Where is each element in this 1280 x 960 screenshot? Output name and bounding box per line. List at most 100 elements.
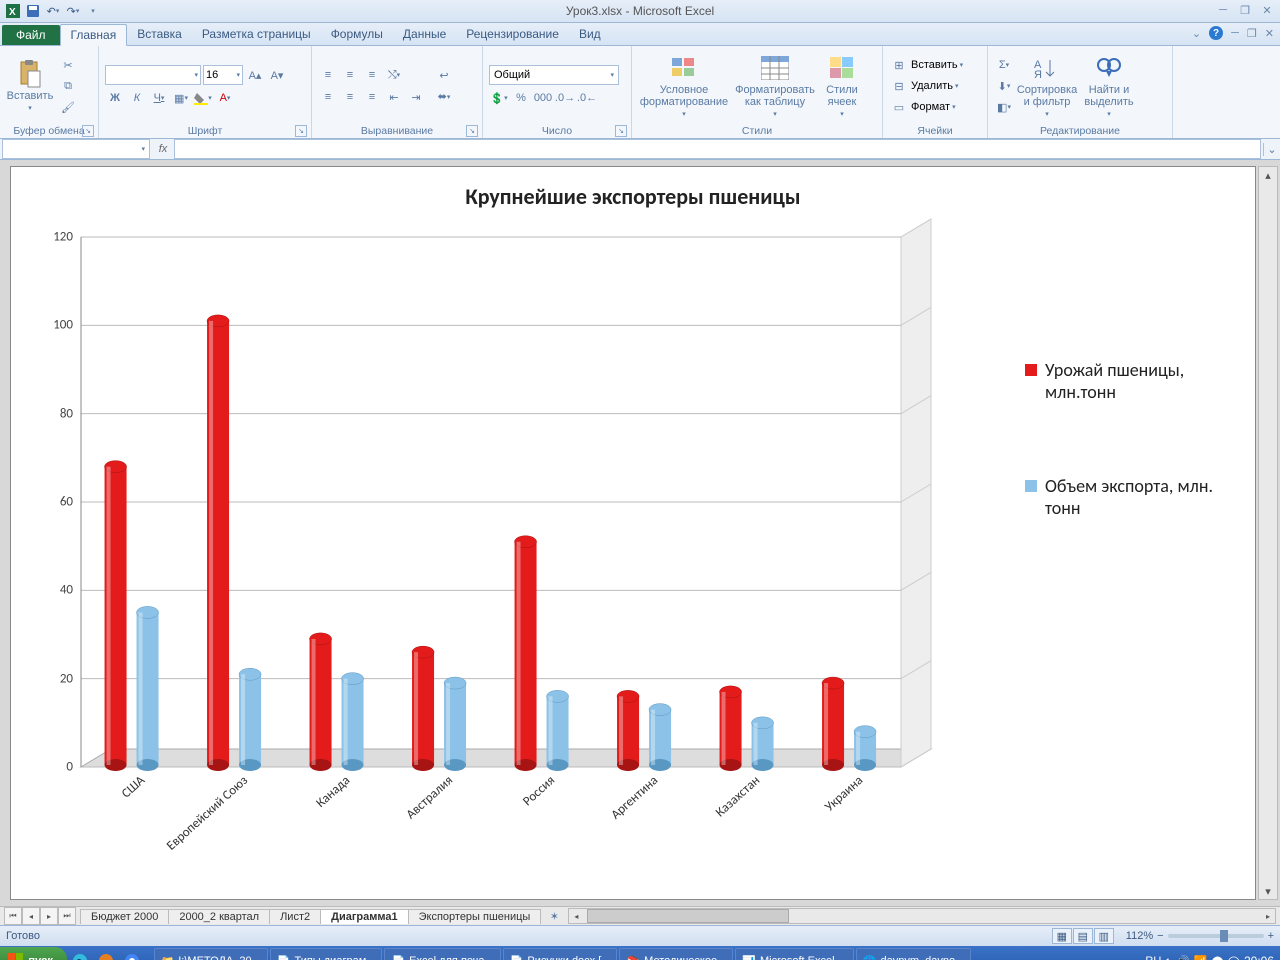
comma-format-icon[interactable]: 000: [533, 89, 553, 107]
tray-icon[interactable]: ◯: [1228, 955, 1240, 960]
indent-increase-icon[interactable]: ⇥: [406, 88, 426, 106]
sheet-tab[interactable]: Бюджет 2000: [80, 909, 169, 924]
font-size-select[interactable]: 16▾: [203, 65, 243, 85]
redo-icon[interactable]: ↷▾: [64, 2, 82, 20]
next-sheet-icon[interactable]: ▸: [40, 907, 58, 925]
autosum-icon[interactable]: Σ▾: [994, 56, 1014, 74]
dialog-launcher-icon[interactable]: ↘: [82, 125, 94, 137]
align-bottom-icon[interactable]: ≡: [362, 66, 382, 84]
ie-icon[interactable]: e: [69, 950, 91, 960]
taskbar-task[interactable]: 📄Рисунки.docx [...: [503, 948, 618, 960]
tray-icon[interactable]: 🔊: [1176, 955, 1190, 960]
fx-icon[interactable]: fx: [152, 143, 174, 155]
align-right-icon[interactable]: ≡: [362, 88, 382, 106]
file-tab[interactable]: Файл: [2, 25, 60, 45]
ribbon-tab[interactable]: Формулы: [321, 24, 393, 45]
zoom-level[interactable]: 112%: [1126, 930, 1153, 942]
vertical-scrollbar[interactable]: ▴ ▾: [1258, 166, 1278, 900]
font-color-icon[interactable]: A▾: [215, 89, 235, 107]
ribbon-tab[interactable]: Данные: [393, 24, 456, 45]
start-button[interactable]: пуск: [0, 947, 67, 960]
minimize-icon[interactable]: ─: [1216, 3, 1230, 17]
scroll-down-icon[interactable]: ▾: [1259, 883, 1277, 899]
insert-cells-button[interactable]: ⊞Вставить▾: [889, 56, 963, 74]
find-select-button[interactable]: Найти и выделить▾: [1080, 48, 1138, 124]
cell-styles-button[interactable]: Стили ячеек▾: [820, 48, 864, 124]
zoom-slider[interactable]: [1168, 934, 1264, 938]
ribbon-tab[interactable]: Вид: [569, 24, 611, 45]
window-close-icon[interactable]: ✕: [1265, 27, 1274, 40]
ribbon-tab[interactable]: Главная: [60, 24, 128, 46]
format-painter-icon[interactable]: 🖌: [58, 98, 78, 116]
wrap-text-icon[interactable]: ↩: [430, 67, 458, 85]
scroll-up-icon[interactable]: ▴: [1259, 167, 1277, 183]
scroll-right-icon[interactable]: ▸: [1261, 912, 1275, 921]
ribbon-minimize-icon[interactable]: ⌄: [1192, 27, 1201, 40]
close-icon[interactable]: ✕: [1260, 3, 1274, 17]
scroll-thumb[interactable]: [587, 909, 789, 923]
underline-button[interactable]: Ч▾: [149, 89, 169, 107]
clear-icon[interactable]: ◧▾: [994, 98, 1014, 116]
taskbar-task[interactable]: 🌐davnym_davno...: [856, 948, 971, 960]
new-sheet-icon[interactable]: ✶: [544, 907, 564, 925]
borders-icon[interactable]: ▦▾: [171, 89, 191, 107]
zoom-in-icon[interactable]: +: [1268, 930, 1274, 942]
dialog-launcher-icon[interactable]: ↘: [466, 125, 478, 137]
horizontal-scrollbar[interactable]: ◂ ▸: [568, 908, 1276, 924]
normal-view-icon[interactable]: ▦: [1052, 928, 1072, 944]
percent-format-icon[interactable]: %: [511, 89, 531, 107]
tray-icon[interactable]: 📶: [1194, 955, 1208, 960]
font-name-select[interactable]: ▾: [105, 65, 201, 85]
window-minimize-icon[interactable]: ─: [1231, 27, 1239, 39]
page-layout-view-icon[interactable]: ▤: [1073, 928, 1093, 944]
chrome-icon[interactable]: [121, 950, 143, 960]
sheet-tab[interactable]: Лист2: [269, 909, 321, 924]
tray-icon[interactable]: ◐: [1165, 955, 1172, 960]
taskbar-task[interactable]: 📚Методическое...: [619, 948, 733, 960]
name-box[interactable]: ▾: [2, 139, 150, 159]
copy-icon[interactable]: ⧉: [58, 77, 78, 95]
restore-icon[interactable]: ❐: [1238, 3, 1252, 17]
taskbar-task[interactable]: 📄Типы диаграм...: [270, 948, 383, 960]
format-cells-button[interactable]: ▭Формат▾: [889, 98, 963, 116]
undo-icon[interactable]: ↶▾: [44, 2, 62, 20]
save-icon[interactable]: [24, 2, 42, 20]
window-restore-icon[interactable]: ❐: [1247, 27, 1257, 40]
zoom-out-icon[interactable]: −: [1157, 930, 1163, 942]
conditional-formatting-button[interactable]: Условное форматирование▾: [638, 48, 730, 124]
format-as-table-button[interactable]: Форматировать как таблицу▾: [734, 48, 816, 124]
formula-bar-expand-icon[interactable]: ⌄: [1263, 143, 1280, 156]
fill-icon[interactable]: ⬇▾: [994, 77, 1014, 95]
first-sheet-icon[interactable]: ⏮: [4, 907, 22, 925]
accounting-format-icon[interactable]: 💲▾: [489, 89, 509, 107]
firefox-icon[interactable]: [95, 950, 117, 960]
sheet-tab[interactable]: Экспортеры пшеницы: [408, 909, 542, 924]
tray-icon[interactable]: ⬤: [1211, 955, 1223, 960]
italic-button[interactable]: К: [127, 89, 147, 107]
ribbon-tab[interactable]: Разметка страницы: [192, 24, 321, 45]
merge-center-icon[interactable]: ⬌▾: [430, 88, 458, 106]
increase-font-icon[interactable]: A▴: [245, 66, 265, 84]
formula-input[interactable]: [174, 139, 1261, 159]
align-middle-icon[interactable]: ≡: [340, 66, 360, 84]
delete-cells-button[interactable]: ⊟Удалить▾: [889, 77, 963, 95]
lang-indicator[interactable]: RU: [1145, 955, 1161, 960]
ribbon-tab[interactable]: Рецензирование: [456, 24, 569, 45]
last-sheet-icon[interactable]: ⏭: [58, 907, 76, 925]
dialog-launcher-icon[interactable]: ↘: [295, 125, 307, 137]
qat-customize-icon[interactable]: ▾: [84, 2, 102, 20]
prev-sheet-icon[interactable]: ◂: [22, 907, 40, 925]
align-center-icon[interactable]: ≡: [340, 88, 360, 106]
cut-icon[interactable]: ✂: [58, 56, 78, 74]
number-format-select[interactable]: Общий▾: [489, 65, 619, 85]
align-top-icon[interactable]: ≡: [318, 66, 338, 84]
dialog-launcher-icon[interactable]: ↘: [615, 125, 627, 137]
bold-button[interactable]: Ж: [105, 89, 125, 107]
align-left-icon[interactable]: ≡: [318, 88, 338, 106]
decrease-decimal-icon[interactable]: .0←: [577, 89, 597, 107]
sheet-tab[interactable]: 2000_2 квартал: [168, 909, 270, 924]
clock[interactable]: 20:06: [1244, 954, 1274, 960]
taskbar-task[interactable]: 📄Excel для печа...: [384, 948, 500, 960]
fill-color-icon[interactable]: ▾: [193, 89, 213, 107]
taskbar-task[interactable]: 📊Microsoft Excel ...: [735, 948, 854, 960]
